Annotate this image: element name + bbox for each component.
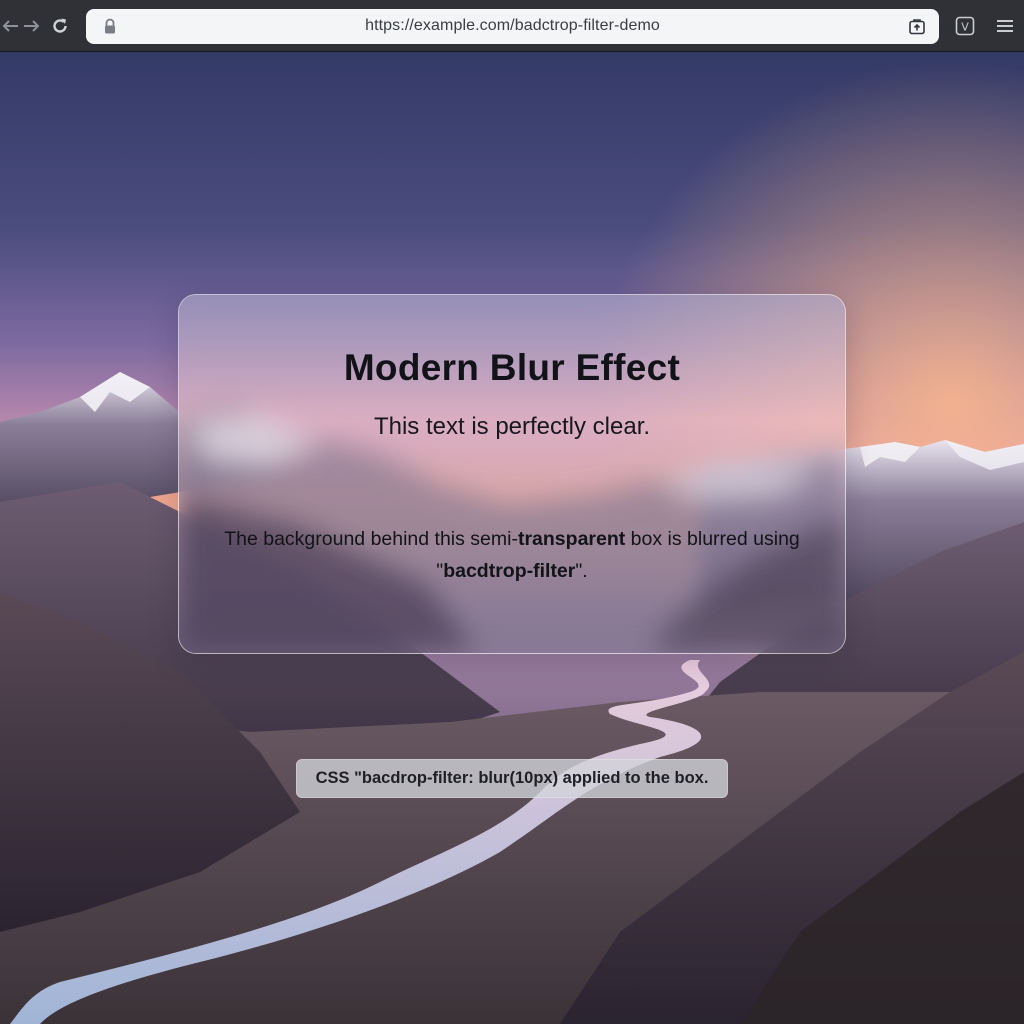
page-viewport: Modern Blur Effect This text is perfectl… — [0, 52, 1024, 1024]
card-body-text: The background behind this semi- — [224, 528, 518, 550]
css-caption-label: CSS "bacdrop-filter: blur(10px) applied … — [296, 759, 728, 798]
browser-toolbar: https://example.com/badctrop-filter-demo… — [0, 0, 1024, 52]
back-arrow-icon[interactable] — [2, 12, 20, 40]
card-body-bold-property: bacdtrop-filter — [443, 560, 576, 582]
extension-letter: V — [961, 21, 969, 34]
card-body-text: ". — [575, 560, 588, 582]
url-text: https://example.com/badctrop-filter-demo — [365, 17, 660, 34]
card-description: The background behind this semi-transpar… — [209, 523, 815, 587]
reload-icon[interactable] — [48, 12, 72, 40]
extension-v-icon[interactable]: V — [954, 12, 976, 40]
hamburger-menu-icon[interactable] — [994, 12, 1016, 40]
card-title: Modern Blur Effect — [343, 347, 681, 388]
card-body-bold-transparent: transparent — [517, 528, 626, 550]
blur-demo-card: Modern Blur Effect This text is perfectl… — [178, 294, 846, 654]
tab-share-icon[interactable] — [907, 17, 927, 37]
forward-arrow-icon[interactable] — [22, 12, 40, 40]
card-subtitle: This text is perfectly clear. — [373, 413, 651, 440]
address-bar[interactable]: https://example.com/badctrop-filter-demo — [86, 9, 939, 44]
